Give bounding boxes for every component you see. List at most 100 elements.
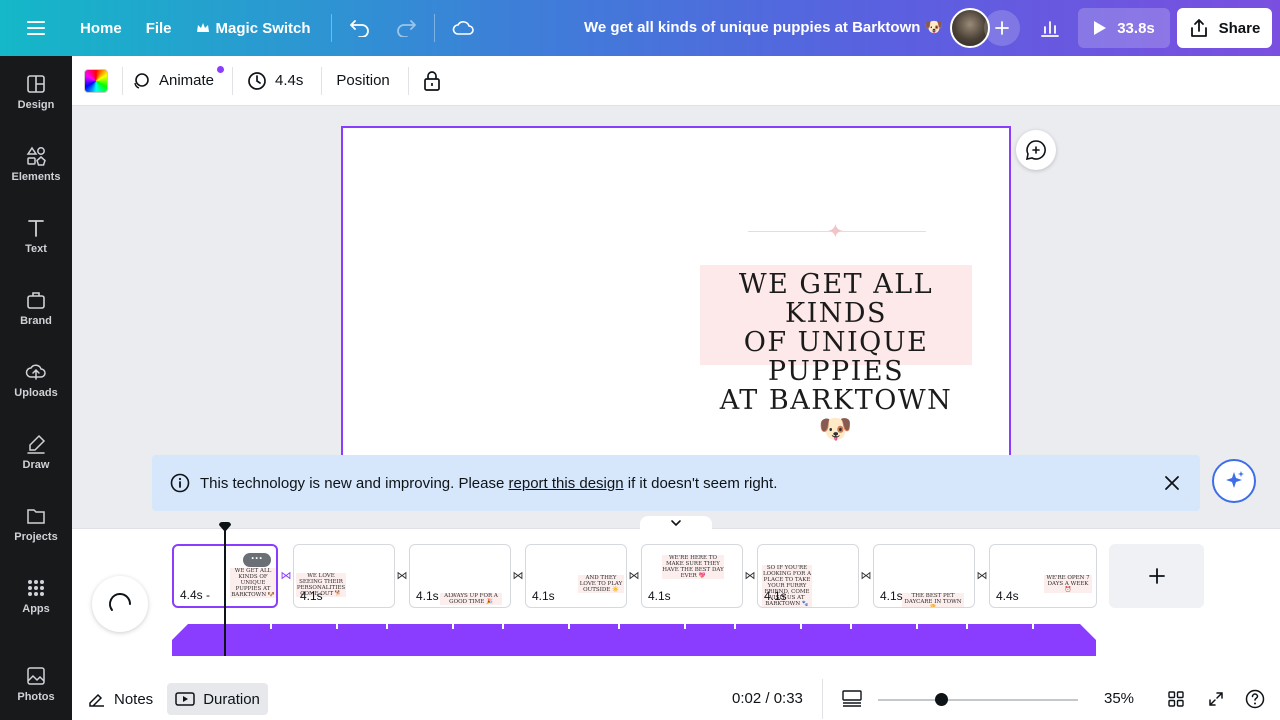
animate-label: Animate	[159, 72, 215, 89]
duration-label: Duration	[203, 690, 260, 708]
insights-button[interactable]	[1030, 8, 1070, 48]
present-play-button[interactable]: 33.8s	[1078, 8, 1170, 48]
timeline-clip-2[interactable]: WE LOVE SEEING THEIR PERSONALITIES COME …	[293, 544, 395, 608]
comment-add-icon	[1025, 140, 1046, 161]
sidebar-item-elements[interactable]: Elements	[0, 128, 72, 200]
clip-more-options-button[interactable]: ···	[243, 552, 271, 567]
info-icon	[170, 473, 190, 493]
menu-button[interactable]	[16, 8, 56, 48]
crown-icon	[196, 23, 209, 32]
position-button[interactable]: Position	[332, 63, 393, 99]
document-title[interactable]: We get all kinds of unique puppies at Ba…	[584, 18, 943, 36]
share-button[interactable]: Share	[1177, 8, 1272, 48]
report-design-link[interactable]: report this design	[509, 475, 624, 492]
notice-text-after: if it doesn't seem right.	[627, 474, 778, 492]
playhead-handle-icon[interactable]	[219, 522, 231, 532]
magic-switch-button[interactable]: Magic Switch	[184, 8, 323, 48]
sparkle-icon: ✦	[827, 221, 844, 243]
transition-button[interactable]: ⋈	[278, 568, 294, 584]
cloud-save-button[interactable]	[443, 8, 483, 48]
headline-line: WE GET ALL KINDS	[738, 269, 934, 329]
transition-button[interactable]: ⋈	[742, 568, 758, 584]
duration-toggle-button[interactable]: Duration	[167, 683, 268, 715]
sidebar-item-projects[interactable]: Projects	[0, 488, 72, 560]
sidebar-item-brand[interactable]: Brand	[0, 272, 72, 344]
sidebar-item-label: Text	[25, 243, 47, 255]
duration-button[interactable]: 4.4s	[243, 63, 307, 99]
transition-button[interactable]: ⋈	[394, 568, 410, 584]
file-menu-button[interactable]: File	[134, 8, 184, 48]
sidebar-item-label: Design	[17, 99, 55, 111]
redo-button[interactable]	[386, 8, 426, 48]
divider	[321, 66, 323, 95]
add-page-button[interactable]	[1109, 544, 1204, 608]
elements-icon	[26, 146, 46, 166]
zoom-slider[interactable]	[878, 699, 1078, 701]
clip-duration: 4.1s	[300, 589, 323, 603]
pages-grid-icon[interactable]	[1168, 691, 1184, 707]
notice-text-before: This technology is new and improving. Pl…	[200, 474, 505, 492]
clip-thumbnail-text: WE'RE HERE TO MAKE SURE THEY HAVE THE BE…	[662, 555, 724, 579]
clock-icon	[248, 71, 266, 90]
notice-text: This technology is new and improving. Pl…	[200, 475, 777, 492]
sidebar-item-uploads[interactable]: Uploads	[0, 344, 72, 416]
notes-button[interactable]: Notes	[80, 683, 161, 715]
close-icon[interactable]	[1162, 473, 1182, 493]
help-icon[interactable]	[1245, 689, 1265, 709]
sidebar-item-label: Elements	[11, 171, 61, 183]
timeline-clip-8[interactable]: WE'RE OPEN 7 DAYS A WEEK ⏰ 4.4s	[989, 544, 1097, 608]
divider	[330, 14, 332, 42]
color-picker-button[interactable]	[84, 68, 108, 93]
redo-icon	[396, 20, 416, 37]
design-page[interactable]: ✦ WE GET ALL KINDS OF UNIQUE PUPPIES AT …	[341, 126, 1011, 486]
plus-icon	[995, 21, 1009, 35]
sidebar-item-draw[interactable]: Draw	[0, 416, 72, 488]
clip-thumbnail-text: AND THEY LOVE TO PLAY OUTSIDE ☀️	[578, 575, 624, 593]
magic-assistant-button[interactable]	[1212, 459, 1256, 503]
timeline-clip-3[interactable]: ALWAYS UP FOR A GOOD TIME 🎉 4.1s	[409, 544, 511, 608]
animate-button[interactable]: Animate	[127, 63, 225, 99]
timeline-clip-7[interactable]: THE BEST PET DAYCARE IN TOWN 🏆 4.1s	[873, 544, 975, 608]
clip-duration: 4.1s	[880, 589, 903, 603]
transition-button[interactable]: ⋈	[974, 568, 990, 584]
zoom-level[interactable]: 35%	[1104, 690, 1134, 707]
clip-thumbnail-text: WE'RE OPEN 7 DAYS A WEEK ⏰	[1044, 575, 1092, 593]
lock-icon	[423, 70, 440, 91]
add-comment-button[interactable]	[1016, 130, 1056, 170]
clip-duration: 4.1s	[532, 589, 555, 603]
sidebar-item-design[interactable]: Design	[0, 56, 72, 128]
chevron-down-icon	[671, 520, 681, 527]
add-collaborator-button[interactable]	[984, 10, 1020, 46]
uploads-icon	[25, 364, 46, 380]
sidebar-item-text[interactable]: Text	[0, 200, 72, 272]
timeline-clip-6[interactable]: SO IF YOU'RE LOOKING FOR A PLACE TO TAKE…	[757, 544, 859, 608]
headline-text-box[interactable]: WE GET ALL KINDS OF UNIQUE PUPPIES AT BA…	[700, 265, 972, 444]
draw-icon	[27, 434, 46, 454]
home-button[interactable]: Home	[68, 8, 134, 48]
zoom-slider-knob[interactable]	[935, 693, 948, 706]
transition-button[interactable]: ⋈	[626, 568, 642, 584]
undo-button[interactable]	[340, 8, 380, 48]
new-feature-dot	[217, 65, 225, 73]
spinner-icon	[109, 593, 131, 611]
grid-view-icon[interactable]	[842, 690, 862, 708]
collapse-timeline-button[interactable]	[640, 516, 712, 530]
bar-chart-icon	[1041, 21, 1059, 37]
timeline-clip-4[interactable]: AND THEY LOVE TO PLAY OUTSIDE ☀️ 4.1s	[525, 544, 627, 608]
transition-button[interactable]: ⋈	[858, 568, 874, 584]
lock-button[interactable]	[419, 63, 445, 99]
apps-icon	[28, 580, 44, 596]
timeline-clip-5[interactable]: WE'RE HERE TO MAKE SURE THEY HAVE THE BE…	[641, 544, 743, 608]
audio-track-markers	[270, 624, 1034, 629]
sidebar-item-photos[interactable]: Photos	[0, 648, 72, 720]
magic-switch-label: Magic Switch	[215, 19, 311, 37]
transition-button[interactable]: ⋈	[510, 568, 526, 584]
clip-duration: 4.1s	[648, 589, 671, 603]
sidebar-item-label: Projects	[14, 531, 58, 543]
video-icon	[175, 692, 195, 706]
sidebar-item-apps[interactable]: Apps	[0, 560, 72, 632]
context-toolbar: Animate 4.4s Position	[72, 56, 1280, 106]
fullscreen-icon[interactable]	[1208, 691, 1224, 707]
playhead[interactable]	[224, 530, 226, 656]
brand-icon	[27, 292, 45, 309]
